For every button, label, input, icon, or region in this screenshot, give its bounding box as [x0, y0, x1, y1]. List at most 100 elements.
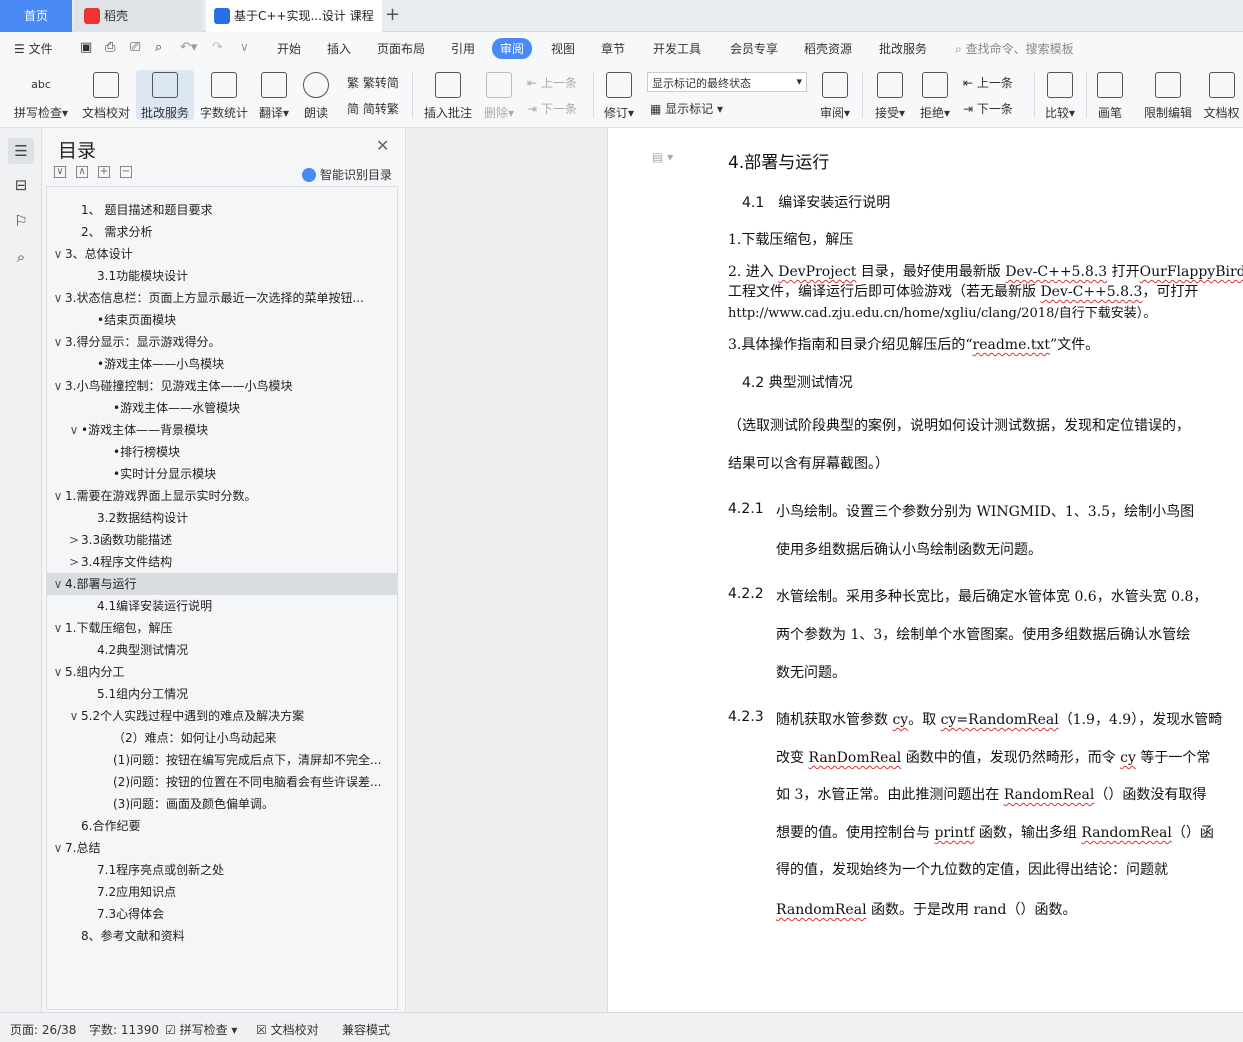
accept-button[interactable]: 接受▾ — [872, 72, 908, 121]
menu-chapter[interactable]: 章节 — [601, 40, 625, 57]
menu-page-layout[interactable]: 页面布局 — [377, 40, 425, 57]
print-icon[interactable]: ⎚ — [130, 40, 140, 55]
prev-comment-button[interactable]: ⇤ 上一条 — [527, 74, 577, 91]
toc-item[interactable]: ∨ 1.需要在游戏界面上显示实时分数。 — [47, 485, 397, 507]
toc-item[interactable]: 5.1组内分工情况 — [47, 683, 397, 705]
toc-item[interactable]: (2)问题：按钮的位置在不同电脑看会有些许误差... — [47, 771, 397, 793]
review-service-button[interactable]: 批改服务 — [136, 70, 194, 120]
toc-item[interactable]: •结束页面模块 — [47, 309, 397, 331]
chevron-right-icon[interactable]: > — [67, 551, 81, 573]
toc-item[interactable]: (1)问题：按钮在编写完成后点下，清屏却不完全... — [47, 749, 397, 771]
menu-correction-service[interactable]: 批改服务 — [879, 40, 927, 57]
chevron-down-icon[interactable]: ∨ — [51, 617, 65, 639]
spell-check-button[interactable]: abc 拼写检查▾ — [10, 72, 72, 121]
doc-proof-button[interactable]: 文档校对 — [78, 72, 134, 121]
undo-icon[interactable]: ↶▾ — [180, 40, 197, 55]
toc-item[interactable]: 2、 需求分析 — [47, 221, 397, 243]
toc-item[interactable]: •实时计分显示模块 — [47, 463, 397, 485]
toc-item[interactable]: ∨ 5.组内分工 — [47, 661, 397, 683]
toc-item[interactable]: ∨ 4.部署与运行 — [47, 573, 397, 595]
document-page[interactable]: ▤ ▾ 4.部署与运行 4.1 编译安装运行说明 1.下载压缩包，解压 2. 进… — [607, 128, 1243, 1012]
toc-item[interactable]: •游戏主体——小鸟模块 — [47, 353, 397, 375]
export-icon[interactable]: ⎙ — [105, 40, 115, 55]
review-pane-button[interactable]: 审阅▾ — [817, 72, 853, 121]
chevron-right-icon[interactable]: > — [67, 529, 81, 551]
remove-heading-icon[interactable]: − — [120, 166, 132, 178]
menu-review[interactable]: 审阅 — [492, 38, 533, 59]
chevron-down-icon[interactable]: ∨ — [51, 243, 65, 265]
toc-item[interactable]: 1、 题目描述和题目要求 — [47, 199, 397, 221]
toc-item[interactable]: (3)问题：画面及颜色偏单调。 — [47, 793, 397, 815]
status-spell-check[interactable]: ☑ 拼写检查 ▾ — [165, 1021, 237, 1038]
toc-item[interactable]: ∨ 3.得分显示：显示游戏得分。 — [47, 331, 397, 353]
chevron-down-icon[interactable]: ∨ — [51, 287, 65, 309]
toc-item[interactable]: 7.3心得体会 — [47, 903, 397, 925]
track-changes-button[interactable]: 修订▾ — [601, 72, 637, 121]
tab-home[interactable]: 首页 — [0, 0, 72, 32]
preview-icon[interactable]: ⌕ — [155, 40, 162, 55]
simp-to-trad-button[interactable]: 简 简转繁 — [347, 100, 399, 117]
ai-toc-button[interactable]: 智能识别目录 — [302, 166, 392, 183]
toc-item[interactable]: ∨ 3.状态信息栏：页面上方显示最近一次选择的菜单按钮... — [47, 287, 397, 309]
collapse-all-icon[interactable]: ∨ — [54, 166, 66, 178]
doc-permission-button[interactable]: 文档权 — [1200, 72, 1243, 121]
toc-item[interactable]: ∨ 5.2个人实践过程中遇到的难点及解决方案 — [47, 705, 397, 727]
toc-item[interactable]: ∨ 1.下载压缩包，解压 — [47, 617, 397, 639]
chevron-down-icon[interactable]: ∨ — [51, 485, 65, 507]
status-doc-proof[interactable]: ☒ 文档校对 — [256, 1021, 319, 1038]
toc-item[interactable]: ∨ 3、总体设计 — [47, 243, 397, 265]
word-count-button[interactable]: 字数统计 — [197, 72, 251, 121]
show-markup-button[interactable]: ▦ 显示标记 ▾ — [650, 100, 723, 117]
file-menu[interactable]: ☰ 文件 — [14, 40, 53, 57]
expand-all-icon[interactable]: ∧ — [76, 166, 88, 178]
menu-references[interactable]: 引用 — [451, 40, 475, 57]
restrict-edit-button[interactable]: 限制编辑 — [1140, 72, 1196, 121]
toc-item[interactable]: 6.合作纪要 — [47, 815, 397, 837]
bookmark-icon[interactable]: ⚐ — [8, 208, 34, 234]
toc-item[interactable]: 3.1功能模块设计 — [47, 265, 397, 287]
toc-item[interactable]: 4.1编译安装运行说明 — [47, 595, 397, 617]
toc-item[interactable]: •排行榜模块 — [47, 441, 397, 463]
toc-item[interactable]: ∨ 7.总结 — [47, 837, 397, 859]
menu-dev-tools[interactable]: 开发工具 — [653, 40, 701, 57]
command-search[interactable]: ⌕ 查找命令、搜索模板 — [955, 40, 1074, 57]
menu-start[interactable]: 开始 — [277, 40, 301, 57]
translate-button[interactable]: 翻译▾ — [256, 72, 292, 121]
menu-member[interactable]: 会员专享 — [730, 40, 778, 57]
prev-change-button[interactable]: ⇤ 上一条 — [963, 74, 1013, 91]
new-tab-button[interactable]: + — [385, 4, 400, 25]
chevron-down-icon[interactable]: ∨ — [51, 837, 65, 859]
redo-icon[interactable]: ↷ — [212, 40, 223, 55]
read-aloud-button[interactable]: 朗读 — [300, 72, 332, 121]
menu-view[interactable]: 视图 — [551, 40, 575, 57]
chevron-down-icon[interactable]: ∨ — [67, 419, 81, 441]
chevron-down-icon[interactable]: ∨ — [51, 661, 65, 683]
toc-item[interactable]: >3.3函数功能描述 — [47, 529, 397, 551]
close-icon[interactable]: ✕ — [376, 136, 389, 155]
save-icon[interactable]: ▣ — [80, 40, 92, 55]
delete-comment-button[interactable]: 删除▾ — [480, 72, 518, 121]
pen-button[interactable]: 画笔 — [1094, 72, 1126, 121]
chapter-nav-icon[interactable]: ⊟ — [8, 172, 34, 198]
compare-button[interactable]: 比较▾ — [1042, 72, 1078, 121]
next-change-button[interactable]: ⇥ 下一条 — [963, 100, 1013, 117]
trad-to-simp-button[interactable]: 繁 繁转简 — [347, 74, 399, 91]
toc-item[interactable]: 7.2应用知识点 — [47, 881, 397, 903]
word-count[interactable]: 字数: 11390 — [89, 1021, 159, 1038]
more-icon[interactable]: ∨ — [240, 40, 249, 54]
toc-panel-icon[interactable]: ☰ — [8, 138, 34, 164]
paragraph-icon[interactable]: ▤ ▾ — [652, 150, 673, 164]
chevron-down-icon[interactable]: ∨ — [51, 573, 65, 595]
menu-insert[interactable]: 插入 — [327, 40, 351, 57]
toc-item[interactable]: •游戏主体——水管模块 — [47, 397, 397, 419]
tab-document[interactable]: 基于C++实现...设计 课程论 — [206, 0, 382, 55]
toc-item[interactable]: 4.2典型测试情况 — [47, 639, 397, 661]
chevron-down-icon[interactable]: ∨ — [51, 331, 65, 353]
toc-item[interactable]: ∨ •游戏主体——背景模块 — [47, 419, 397, 441]
insert-comment-button[interactable]: 插入批注 — [422, 72, 474, 121]
chevron-down-icon[interactable]: ∨ — [67, 705, 81, 727]
toc-item[interactable]: 7.1程序亮点或创新之处 — [47, 859, 397, 881]
search-icon[interactable]: ⌕ — [8, 244, 34, 270]
next-comment-button[interactable]: ⇥ 下一条 — [527, 100, 577, 117]
toc-item[interactable]: ∨ 3.小鸟碰撞控制：见游戏主体——小鸟模块 — [47, 375, 397, 397]
